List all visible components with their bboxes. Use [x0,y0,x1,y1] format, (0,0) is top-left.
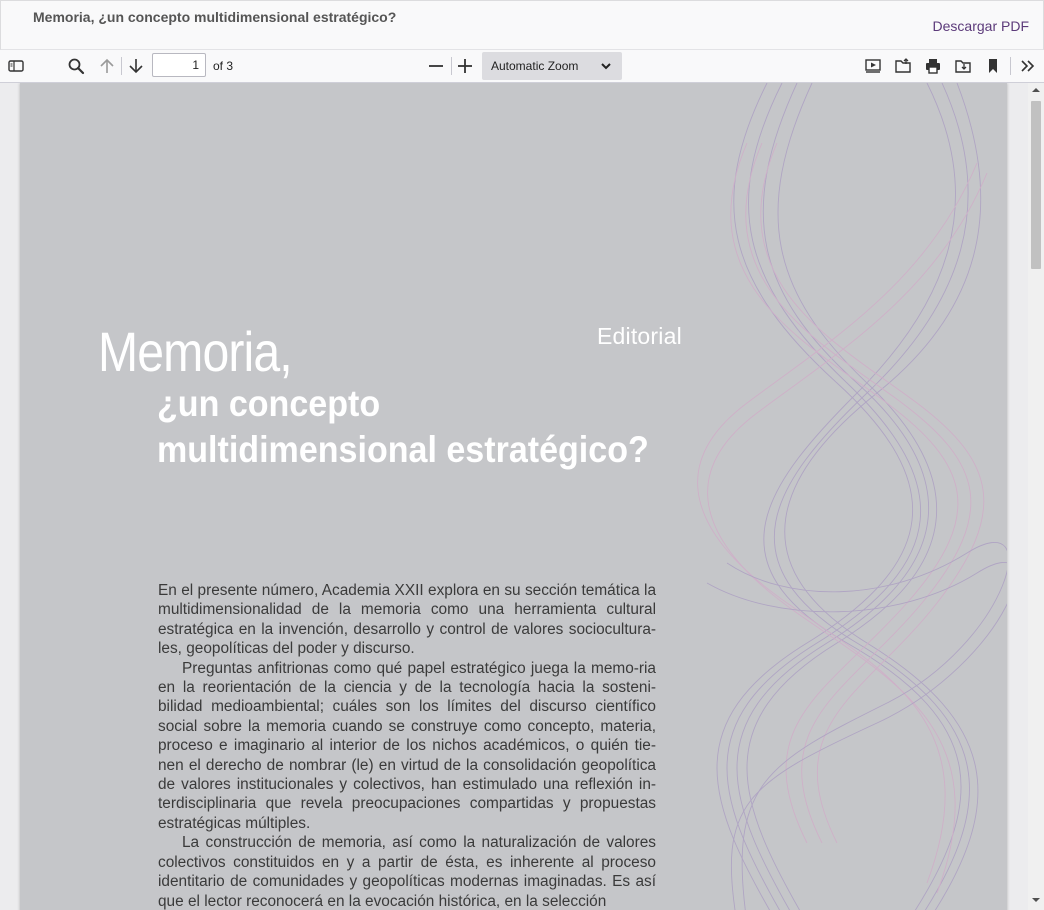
scrollbar-thumb[interactable] [1031,101,1041,269]
scroll-down-arrow-icon[interactable] [1032,896,1040,904]
paragraph: La construcción de memoria, así como la … [158,834,656,910]
pdf-toolbar: of 3 Automatic Zoom [0,50,1044,83]
section-label: Editorial [597,323,682,349]
article-title-line2: ¿un concepto [157,383,381,424]
zoom-select[interactable]: Automatic Zoom [482,52,622,80]
pdf-page: Editorial Memoria, ¿un concepto multidim… [20,83,1007,910]
zoom-in-icon[interactable] [453,54,477,78]
tools-chevron-icon[interactable] [1016,54,1040,78]
document-title: Memoria, ¿un concepto multidimensional e… [33,9,397,25]
chevron-down-icon [601,63,611,70]
paragraph: En el presente número, Academia XXII exp… [158,582,656,658]
decorative-waves-graphic [697,83,1007,910]
arrow-up-icon[interactable] [95,54,119,78]
bookmark-icon[interactable] [981,54,1005,78]
article-body: En el presente número, Academia XXII exp… [158,581,656,910]
open-file-icon[interactable] [891,54,915,78]
article-title-line3: multidimensional estratégico? [157,429,649,470]
document-header: Memoria, ¿un concepto multidimensional e… [0,0,1044,50]
article-title-main: Memoria, [98,320,293,383]
download-pdf-link[interactable]: Descargar PDF [933,18,1029,34]
paragraph: Preguntas anfitrionas como qué papel est… [158,659,656,832]
scroll-up-arrow-icon[interactable] [1032,86,1040,94]
toolbar-separator [451,57,452,75]
page-count: of 3 [213,59,234,73]
arrow-down-icon[interactable] [124,54,148,78]
presentation-icon[interactable] [861,54,885,78]
zoom-select-label: Automatic Zoom [491,59,579,73]
document-viewer[interactable]: Editorial Memoria, ¿un concepto multidim… [0,83,1044,910]
search-icon[interactable] [64,54,88,78]
toolbar-separator [121,57,122,75]
download-icon[interactable] [951,54,975,78]
page-number-input[interactable] [152,53,206,77]
print-icon[interactable] [921,54,945,78]
zoom-out-icon[interactable] [424,54,448,78]
toolbar-separator [1010,57,1011,75]
sidebar-toggle-icon[interactable] [4,54,28,78]
